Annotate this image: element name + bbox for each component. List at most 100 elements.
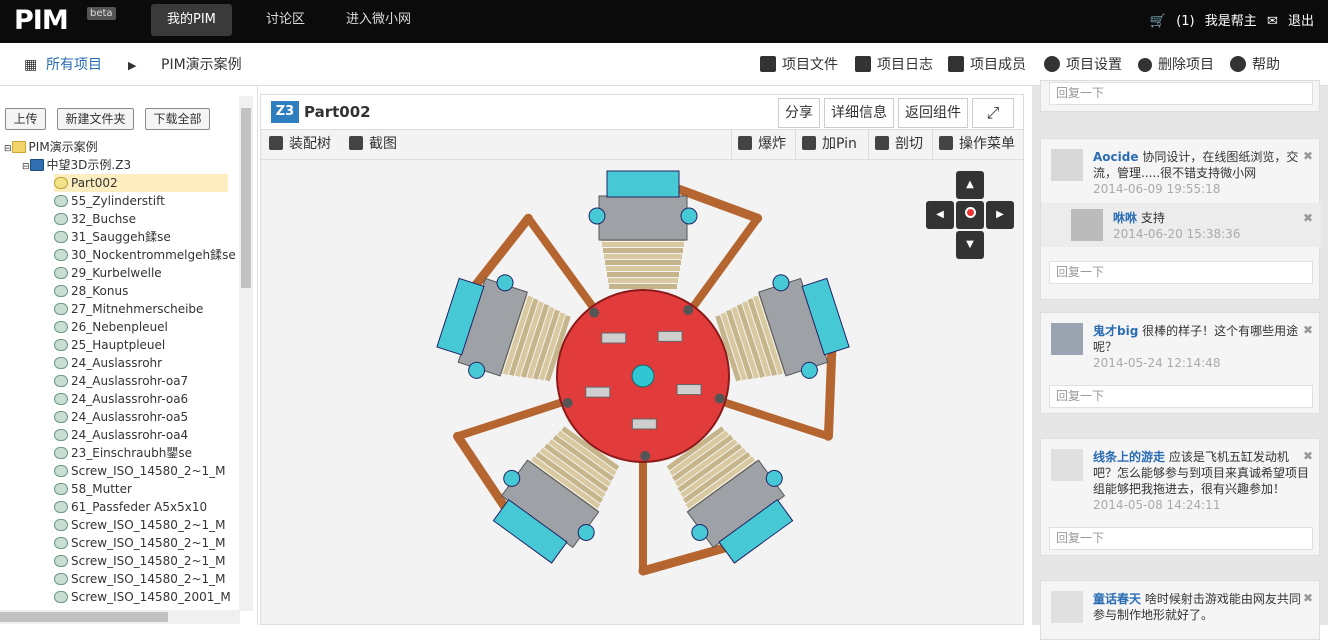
project-members-button[interactable]: 项目成员 — [948, 43, 1026, 88]
cart-icon[interactable]: 🛒 — [1150, 14, 1166, 29]
screenshot-button[interactable]: 截图 — [343, 130, 403, 160]
pushrod — [525, 215, 600, 314]
tree-item[interactable]: 31_Sauggeh鍒se — [54, 228, 171, 246]
reset-view-icon[interactable] — [956, 201, 984, 229]
reply-input[interactable]: 回复一下 — [1049, 527, 1313, 550]
tree-item[interactable]: Part002 — [54, 174, 228, 192]
comment-time: 2014-06-09 19:55:18 — [1093, 182, 1221, 196]
comment-card: 线条上的游走 应该是飞机五缸发动机吧？怎么能够参与到项目来真诚希望项目组能够把我… — [1040, 438, 1320, 556]
part-icon — [54, 249, 68, 261]
tree-assembly[interactable]: ⊟ 中望3D示例.Z3 — [22, 156, 131, 174]
nav-discussion[interactable]: 讨论区 — [250, 4, 321, 36]
project-log-button[interactable]: 项目日志 — [855, 43, 933, 88]
reply-input[interactable]: 回复一下 — [1049, 385, 1313, 408]
tree-item[interactable]: 26_Nebenpleuel — [54, 318, 168, 336]
nav-enter-site[interactable]: 进入微小网 — [330, 4, 427, 36]
tree-item[interactable]: 24_Auslassrohr-oa6 — [54, 390, 188, 408]
comment-author[interactable]: 童话春天 — [1093, 592, 1141, 606]
user-area: 🛒 (1) 我是帮主 ✉ 退出 — [1144, 0, 1314, 43]
reply-input[interactable]: 回复一下 — [1049, 261, 1313, 284]
help-icon — [1230, 56, 1246, 72]
pim-logo[interactable]: PIM beta — [14, 5, 116, 37]
tree-vertical-scrollbar[interactable] — [239, 96, 253, 611]
tree-item[interactable]: 24_Auslassrohr-oa4 — [54, 426, 188, 444]
close-icon[interactable]: ✖ — [1303, 591, 1313, 605]
avatar[interactable] — [1071, 209, 1103, 241]
comment-author[interactable]: 咻咻 — [1113, 211, 1137, 225]
tree-item-label: 32_Buchse — [71, 212, 136, 226]
part-title: Part002 — [304, 103, 371, 121]
pan-down-icon[interactable]: ▼ — [956, 231, 984, 259]
username[interactable]: 我是帮主 — [1205, 14, 1257, 29]
tree-item[interactable]: 27_Mitnehmerscheibe — [54, 300, 203, 318]
back-to-assembly-button[interactable]: 返回组件 — [898, 98, 968, 128]
tree-item[interactable]: 23_Einschraubh鑍se — [54, 444, 192, 462]
breadcrumb-all-projects[interactable]: 所有项目 — [46, 43, 102, 88]
part-icon — [54, 375, 68, 387]
share-button[interactable]: 分享 — [778, 98, 820, 128]
comment-time: 2014-06-20 15:38:36 — [1113, 227, 1241, 241]
bolt — [589, 307, 600, 318]
section-button[interactable]: 剖切 — [868, 130, 929, 160]
add-pin-button[interactable]: 加Pin — [795, 130, 863, 160]
tree-root[interactable]: ⊟ PIM演示案例 — [4, 138, 98, 156]
tree-item[interactable]: 32_Buchse — [54, 210, 136, 228]
model-viewer: Z3 Part002 分享 详细信息 返回组件 ⤢ 装配树 截图 爆炸 加Pin… — [260, 94, 1024, 625]
avatar[interactable] — [1051, 323, 1083, 355]
comment-author[interactable]: Aocide — [1093, 150, 1139, 164]
tree-scroll-thumb[interactable] — [241, 108, 251, 288]
tree-item[interactable]: 29_Kurbelwelle — [54, 264, 162, 282]
close-icon[interactable]: ✖ — [1303, 211, 1313, 225]
tree-hscroll-thumb[interactable] — [0, 612, 168, 622]
fullscreen-icon[interactable]: ⤢ — [972, 98, 1014, 128]
crank-hub — [631, 364, 655, 388]
engine-model[interactable] — [261, 160, 1023, 624]
tree-item-label: 58_Mutter — [71, 482, 132, 496]
tree-item[interactable]: 58_Mutter — [54, 480, 132, 498]
assembly-tree-button[interactable]: 装配树 — [263, 130, 337, 160]
tree-item[interactable]: 24_Auslassrohr-oa5 — [54, 408, 188, 426]
nav-my-pim[interactable]: 我的PIM — [151, 4, 232, 36]
new-folder-button[interactable]: 新建文件夹 — [57, 108, 134, 130]
tree-item[interactable]: Screw_ISO_14580_2~1_M — [54, 534, 226, 552]
tree-item[interactable]: 30_Nockentrommelgeh鍒se — [54, 246, 236, 264]
project-files-button[interactable]: 项目文件 — [760, 43, 838, 88]
tree-item[interactable]: 24_Auslassrohr-oa7 — [54, 372, 188, 390]
upload-button[interactable]: 上传 — [5, 108, 46, 130]
comment-author[interactable]: 鬼才big — [1093, 324, 1138, 338]
tree-item[interactable]: Screw_ISO_14580_2~1_M — [54, 516, 226, 534]
close-icon[interactable]: ✖ — [1303, 149, 1313, 163]
logout-link[interactable]: 退出 — [1288, 14, 1314, 29]
avatar[interactable] — [1051, 449, 1083, 481]
mail-icon[interactable]: ✉ — [1267, 14, 1278, 29]
tree-item[interactable]: Screw_ISO_14580_2~1_M — [54, 570, 226, 588]
tree-item[interactable]: 24_Auslassrohr — [54, 354, 162, 372]
tree-item[interactable]: 55_Zylinderstift — [54, 192, 165, 210]
tree-item[interactable]: 28_Konus — [54, 282, 128, 300]
comment-author[interactable]: 线条上的游走 — [1093, 450, 1165, 464]
part-icon — [54, 537, 68, 549]
tree-item[interactable]: Screw_ISO_14580_2~1_M — [54, 552, 226, 570]
download-all-button[interactable]: 下载全部 — [145, 108, 210, 130]
notification-count[interactable]: (1) — [1176, 14, 1194, 29]
part-icon — [54, 483, 68, 495]
tree-item[interactable]: Screw_ISO_14580_2001_M — [54, 588, 231, 606]
tree-horizontal-scrollbar[interactable] — [0, 610, 240, 624]
explode-button[interactable]: 爆炸 — [731, 130, 792, 160]
tree-item[interactable]: Screw_ISO_14580_2~1_M — [54, 462, 226, 480]
close-icon[interactable]: ✖ — [1303, 323, 1313, 337]
details-button[interactable]: 详细信息 — [824, 98, 894, 128]
tree-item[interactable]: 25_Hauptpleuel — [54, 336, 165, 354]
reply-input[interactable]: 回复一下 — [1049, 82, 1313, 105]
logo-text: PIM — [14, 5, 69, 36]
avatar[interactable] — [1051, 591, 1083, 623]
pan-right-icon[interactable]: ▶ — [986, 201, 1014, 229]
3d-viewport[interactable]: ▲ ◀ ▶ ▼ — [260, 160, 1024, 625]
pan-up-icon[interactable]: ▲ — [956, 171, 984, 199]
pan-left-icon[interactable]: ◀ — [926, 201, 954, 229]
avatar[interactable] — [1051, 149, 1083, 181]
tree-item[interactable]: 61_Passfeder A5x5x10 — [54, 498, 207, 516]
part-icon — [54, 501, 68, 513]
operation-menu-button[interactable]: 操作菜单 — [932, 130, 1021, 160]
close-icon[interactable]: ✖ — [1303, 449, 1313, 463]
